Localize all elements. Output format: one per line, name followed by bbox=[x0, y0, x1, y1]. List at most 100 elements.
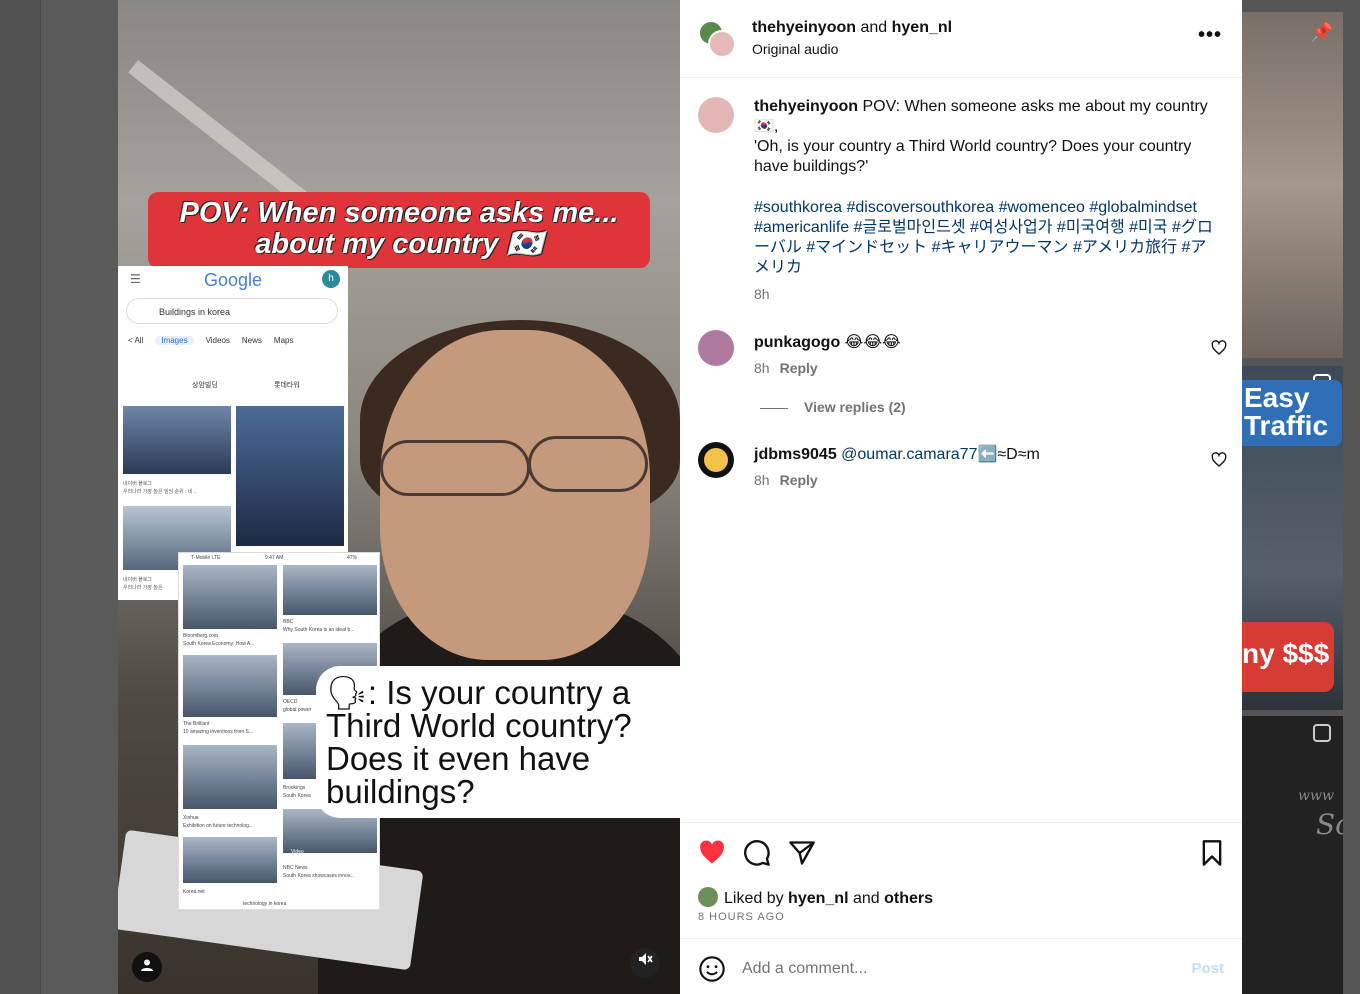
thumbnail-2[interactable]: Easy Traffic ny $$$ bbox=[1242, 366, 1343, 710]
avatar[interactable] bbox=[698, 97, 734, 133]
google-avatar: h bbox=[322, 270, 340, 288]
reel-video[interactable]: POV: When someone asks me... about my co… bbox=[118, 0, 680, 994]
replies-divider bbox=[760, 407, 788, 409]
google-search-text: Buildings in korea bbox=[159, 307, 231, 317]
comment-composer: Add a comment... Post bbox=[680, 938, 1242, 994]
post-button[interactable]: Post bbox=[1191, 960, 1224, 977]
mute-button[interactable] bbox=[630, 948, 660, 978]
share-icon[interactable] bbox=[788, 839, 816, 867]
phone-image bbox=[283, 565, 377, 615]
comment-username[interactable]: jdbms9045 bbox=[754, 446, 837, 463]
author-separator: and bbox=[860, 19, 888, 36]
muted-speaker-icon bbox=[639, 953, 653, 965]
comment-username[interactable]: punkagogo bbox=[754, 334, 840, 351]
phone-battery: 47% bbox=[347, 555, 358, 561]
left-strip bbox=[0, 0, 40, 994]
post-time: 8 HOURS AGO bbox=[698, 911, 785, 923]
phone-caption: global power bbox=[283, 707, 312, 713]
avatar[interactable] bbox=[698, 330, 734, 366]
view-replies-button[interactable]: View replies (2) bbox=[760, 399, 906, 415]
post-actions: Liked by hyen_nl and others 8 HOURS AGO bbox=[680, 822, 1242, 938]
google-search-box: Buildings in korea bbox=[126, 298, 338, 324]
google-tab: < All bbox=[128, 336, 144, 345]
avatar[interactable] bbox=[708, 30, 736, 58]
comment-time: 8h bbox=[754, 360, 770, 376]
comment-meta: 8h Reply bbox=[754, 360, 818, 376]
liked-by-and: and bbox=[848, 890, 885, 907]
liked-by-user[interactable]: hyen_nl bbox=[788, 890, 848, 907]
comment-input[interactable]: Add a comment... bbox=[742, 960, 867, 978]
reel-icon bbox=[1313, 724, 1331, 742]
post-panel: thehyeinyoon and hyen_nl Original audio … bbox=[680, 0, 1242, 994]
liked-by: Liked by hyen_nl and others bbox=[698, 887, 933, 908]
audio-link[interactable]: Original audio bbox=[752, 41, 838, 57]
author-username[interactable]: hyen_nl bbox=[892, 19, 952, 36]
google-tab: Images bbox=[155, 336, 194, 345]
tagged-user-button[interactable] bbox=[132, 952, 162, 982]
caption-hashtags[interactable]: #southkorea #discoversouthkorea #womence… bbox=[754, 198, 1214, 278]
reply-button[interactable]: Reply bbox=[780, 360, 818, 376]
pov-line-2: about my country 🇰🇷 bbox=[255, 228, 543, 260]
phone-time: 9:47 AM bbox=[265, 555, 284, 561]
avatar[interactable] bbox=[698, 887, 718, 907]
thumb-text-easy: Easy bbox=[1244, 382, 1310, 413]
phone-status: T-Mobile LTE bbox=[191, 555, 221, 561]
thumbnail-3[interactable]: www Sc bbox=[1242, 716, 1343, 994]
liked-heart-icon[interactable] bbox=[698, 839, 726, 867]
more-options-icon[interactable]: ••• bbox=[1198, 24, 1222, 47]
google-tabs: < All Images Videos News Maps bbox=[128, 336, 293, 345]
google-caption: 네이버 블로그 bbox=[123, 481, 152, 487]
comment-icon[interactable] bbox=[743, 839, 771, 867]
phone-caption: OECD bbox=[283, 699, 298, 705]
phone-image bbox=[183, 745, 277, 809]
left-strip-shadow bbox=[40, 0, 118, 994]
phone-caption: Exhibition on future technolog... bbox=[183, 823, 254, 829]
reply-button[interactable]: Reply bbox=[780, 472, 818, 488]
liked-by-prefix: Liked by bbox=[724, 890, 789, 907]
google-caption: 네이버 블로그 bbox=[123, 577, 152, 583]
phone-caption: Video bbox=[291, 849, 304, 855]
phone-image bbox=[183, 655, 277, 717]
google-image bbox=[236, 406, 344, 546]
phone-caption: Korea.net bbox=[183, 889, 205, 895]
thumbnail-1[interactable]: 📌 bbox=[1242, 12, 1343, 358]
phone-caption: BBC bbox=[283, 619, 294, 625]
phone-caption: Brookings bbox=[283, 785, 306, 791]
caption-time: 8h bbox=[754, 286, 770, 302]
google-tab: Videos bbox=[205, 336, 230, 345]
like-comment-icon[interactable] bbox=[1211, 340, 1227, 356]
comment-mention[interactable]: @oumar.camara77 bbox=[837, 446, 977, 463]
person-icon bbox=[141, 959, 153, 971]
like-comment-icon[interactable] bbox=[1211, 452, 1227, 468]
comment-time: 8h bbox=[754, 472, 770, 488]
google-caption: 우리나라 가장 높은 빌딩 순위 : 네 .. bbox=[123, 489, 197, 495]
caption-text: 'Oh, is your country a Third World count… bbox=[754, 138, 1192, 175]
phone-caption: South Korea bbox=[283, 793, 311, 799]
save-bookmark-icon[interactable] bbox=[1198, 839, 1226, 867]
emoji-icon[interactable] bbox=[698, 955, 726, 983]
phone-caption: NBC News bbox=[283, 865, 308, 871]
google-image bbox=[123, 406, 231, 474]
comment: jdbms9045 @oumar.camara77⬅️≈D≈m bbox=[754, 444, 1040, 464]
phone-caption: 10 amazing inventions from S... bbox=[183, 729, 254, 735]
caption-username[interactable]: thehyeinyoon bbox=[754, 98, 858, 115]
comment-text: ⬅️≈D≈m bbox=[977, 446, 1040, 463]
next-reels-strip: 📌 Easy Traffic ny $$$ www Sc bbox=[1242, 0, 1360, 994]
phone-caption: technology in korea bbox=[243, 901, 287, 907]
google-chip: 상암빌딩 bbox=[192, 382, 218, 389]
phone-caption: South Korea showcases innov... bbox=[283, 873, 355, 879]
view-replies-label: View replies (2) bbox=[804, 399, 906, 415]
pin-icon: 📌 bbox=[1310, 22, 1333, 42]
chalk-text: Sc bbox=[1316, 808, 1343, 841]
avatar[interactable] bbox=[698, 442, 734, 478]
pov-banner: POV: When someone asks me... about my co… bbox=[148, 192, 650, 268]
post-caption: thehyeinyoon POV: When someone asks me a… bbox=[754, 97, 1214, 177]
thumb-money-label: ny $$$ bbox=[1242, 622, 1334, 692]
glasses-right bbox=[528, 436, 648, 492]
author-username[interactable]: thehyeinyoon bbox=[752, 19, 856, 36]
liked-by-others[interactable]: others bbox=[884, 890, 933, 907]
phone-caption: Why South Korea is an ideal b... bbox=[283, 627, 355, 633]
phone-caption: Xinhua bbox=[183, 815, 199, 821]
comment: punkagogo 😂😂😂 bbox=[754, 332, 901, 352]
post-authors: thehyeinyoon and hyen_nl bbox=[752, 19, 952, 37]
